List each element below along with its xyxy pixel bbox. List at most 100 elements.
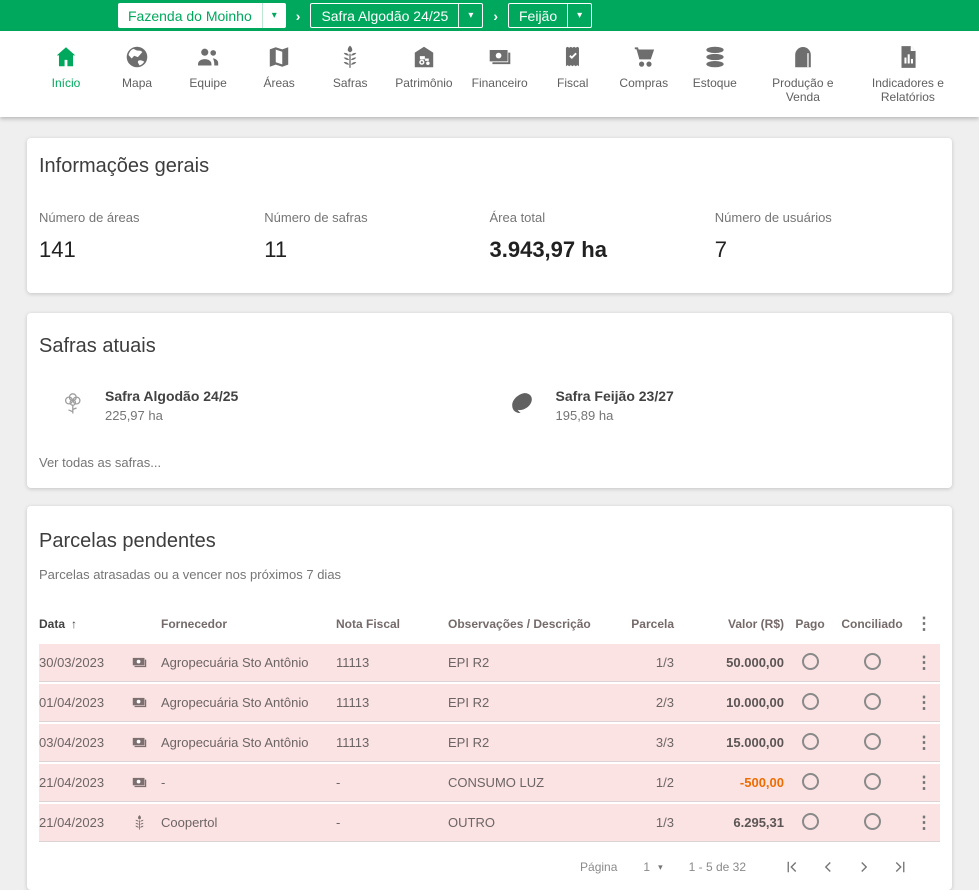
pagination-bar: Página 1 ▾ 1 - 5 de 32: [39, 844, 940, 890]
breadcrumb-crop-label: Feijão: [509, 4, 567, 27]
sort-ascending-icon: ↑: [71, 617, 77, 631]
map-icon: [266, 44, 292, 70]
chevron-down-icon[interactable]: ▾: [262, 3, 286, 28]
stat-total-area-label: Área total: [490, 210, 715, 225]
row-date: 03/04/2023: [39, 735, 131, 750]
row-invoice: 11113: [336, 735, 448, 750]
breadcrumb-season-label: Safra Algodão 24/25: [311, 4, 458, 27]
stat-users-value: 7: [715, 237, 940, 263]
stat-total-area: Área total 3.943,97 ha: [490, 210, 715, 263]
row-invoice: -: [336, 775, 448, 790]
chevron-down-icon[interactable]: ▾: [567, 4, 591, 27]
globe-icon: [124, 44, 150, 70]
chevron-down-icon[interactable]: ▾: [458, 4, 482, 27]
next-page-icon[interactable]: [852, 855, 876, 879]
row-options-menu-icon[interactable]: ⋮: [914, 813, 940, 833]
row-date: 30/03/2023: [39, 655, 131, 670]
installment-row[interactable]: 30/03/2023 Agropecuária Sto Antônio 1111…: [39, 644, 940, 682]
row-value: 15.000,00: [680, 735, 790, 750]
paid-radio[interactable]: [802, 813, 819, 830]
row-options-menu-icon[interactable]: ⋮: [914, 773, 940, 793]
breadcrumb-separator-icon: ›: [296, 8, 301, 24]
season-item-feijao[interactable]: Safra Feijão 23/27 195,89 ha: [490, 388, 941, 423]
season-name: Safra Algodão 24/25: [105, 388, 238, 404]
breadcrumb-crop-selector[interactable]: Feijão ▾: [508, 3, 592, 28]
row-description: OUTRO: [448, 815, 630, 830]
row-supplier: Agropecuária Sto Antônio: [161, 655, 336, 670]
reconciled-radio[interactable]: [864, 693, 881, 710]
page-select-dropdown[interactable]: 1 ▾: [643, 860, 662, 874]
general-info-card: Informações gerais Número de áreas 141 N…: [27, 138, 952, 293]
table-options-menu-icon[interactable]: ⋮: [914, 614, 940, 634]
column-header-description: Observações / Descrição: [448, 617, 630, 631]
table-header-row: Data↑ Fornecedor Nota Fiscal Observações…: [39, 604, 940, 644]
row-installment: 2/3: [630, 695, 680, 710]
wheat-icon: [337, 44, 363, 70]
row-options-menu-icon[interactable]: ⋮: [914, 693, 940, 713]
season-name: Safra Feijão 23/27: [556, 388, 674, 404]
nav-item-compras[interactable]: Compras: [618, 44, 670, 91]
nav-item-indicadores-e-relatorios[interactable]: Indicadores e Relatórios: [865, 44, 951, 105]
money-icon: [131, 654, 161, 671]
cart-icon: [631, 44, 657, 70]
paid-radio[interactable]: [802, 693, 819, 710]
breadcrumb-season-selector[interactable]: Safra Algodão 24/25 ▾: [310, 3, 483, 28]
nav-item-inicio[interactable]: Início: [40, 44, 92, 91]
row-options-menu-icon[interactable]: ⋮: [914, 653, 940, 673]
main-navigation: Início Mapa Equipe Áreas Safras Patrimôn…: [0, 31, 979, 117]
nav-item-mapa[interactable]: Mapa: [111, 44, 163, 91]
nav-item-fiscal[interactable]: Fiscal: [547, 44, 599, 91]
stat-total-area-value: 3.943,97 ha: [490, 237, 715, 263]
pagination-controls: [780, 855, 912, 879]
installment-row[interactable]: 01/04/2023 Agropecuária Sto Antônio 1111…: [39, 684, 940, 722]
current-seasons-card: Safras atuais Safra Algodão 24/25 225,97…: [27, 313, 952, 488]
money-icon: [487, 44, 513, 70]
season-item-algodao[interactable]: Safra Algodão 24/25 225,97 ha: [39, 388, 490, 423]
installment-row[interactable]: 03/04/2023 Agropecuária Sto Antônio 1111…: [39, 724, 940, 762]
nav-item-safras[interactable]: Safras: [324, 44, 376, 91]
reconciled-radio[interactable]: [864, 653, 881, 670]
nav-item-producao-e-venda[interactable]: Produção e Venda: [760, 44, 846, 105]
nav-item-financeiro[interactable]: Financeiro: [472, 44, 528, 91]
row-value: -500,00: [680, 775, 790, 790]
cotton-icon: [59, 390, 87, 418]
home-icon: [53, 44, 79, 70]
row-installment: 3/3: [630, 735, 680, 750]
row-invoice: -: [336, 815, 448, 830]
nav-item-equipe[interactable]: Equipe: [182, 44, 234, 91]
current-page-value: 1: [643, 860, 650, 874]
season-area: 225,97 ha: [105, 408, 238, 423]
reconciled-radio[interactable]: [864, 773, 881, 790]
reconciled-radio[interactable]: [864, 813, 881, 830]
paid-radio[interactable]: [802, 773, 819, 790]
paid-radio[interactable]: [802, 733, 819, 750]
breadcrumb-separator-icon: ›: [493, 8, 498, 24]
top-breadcrumb-bar: Fazenda do Moinho ▾ › Safra Algodão 24/2…: [0, 0, 979, 31]
column-header-installment: Parcela: [630, 617, 680, 631]
reconciled-radio[interactable]: [864, 733, 881, 750]
row-options-menu-icon[interactable]: ⋮: [914, 733, 940, 753]
row-installment: 1/3: [630, 815, 680, 830]
seasons-list: Safra Algodão 24/25 225,97 ha Safra Feij…: [39, 388, 940, 423]
bean-icon: [510, 390, 538, 418]
last-page-icon[interactable]: [888, 855, 912, 879]
row-invoice: 11113: [336, 695, 448, 710]
installment-row[interactable]: 21/04/2023 - - CONSUMO LUZ 1/2 -500,00 ⋮: [39, 764, 940, 802]
money-icon: [131, 734, 161, 751]
stat-seasons: Número de safras 11: [264, 210, 489, 263]
stat-seasons-value: 11: [264, 237, 489, 263]
installment-row[interactable]: 21/04/2023 Coopertol - OUTRO 1/3 6.295,3…: [39, 804, 940, 842]
stat-users-label: Número de usuários: [715, 210, 940, 225]
column-header-date[interactable]: Data↑: [39, 617, 131, 631]
nav-item-patrimonio[interactable]: Patrimônio: [395, 44, 452, 91]
paid-radio[interactable]: [802, 653, 819, 670]
installments-table: Data↑ Fornecedor Nota Fiscal Observações…: [39, 604, 940, 842]
breadcrumb-farm-selector[interactable]: Fazenda do Moinho ▾: [118, 3, 286, 28]
previous-page-icon[interactable]: [816, 855, 840, 879]
database-icon: [702, 44, 728, 70]
see-all-seasons-link[interactable]: Ver todas as safras...: [39, 455, 940, 470]
first-page-icon[interactable]: [780, 855, 804, 879]
row-supplier: Agropecuária Sto Antônio: [161, 695, 336, 710]
nav-item-areas[interactable]: Áreas: [253, 44, 305, 91]
nav-item-estoque[interactable]: Estoque: [689, 44, 741, 91]
